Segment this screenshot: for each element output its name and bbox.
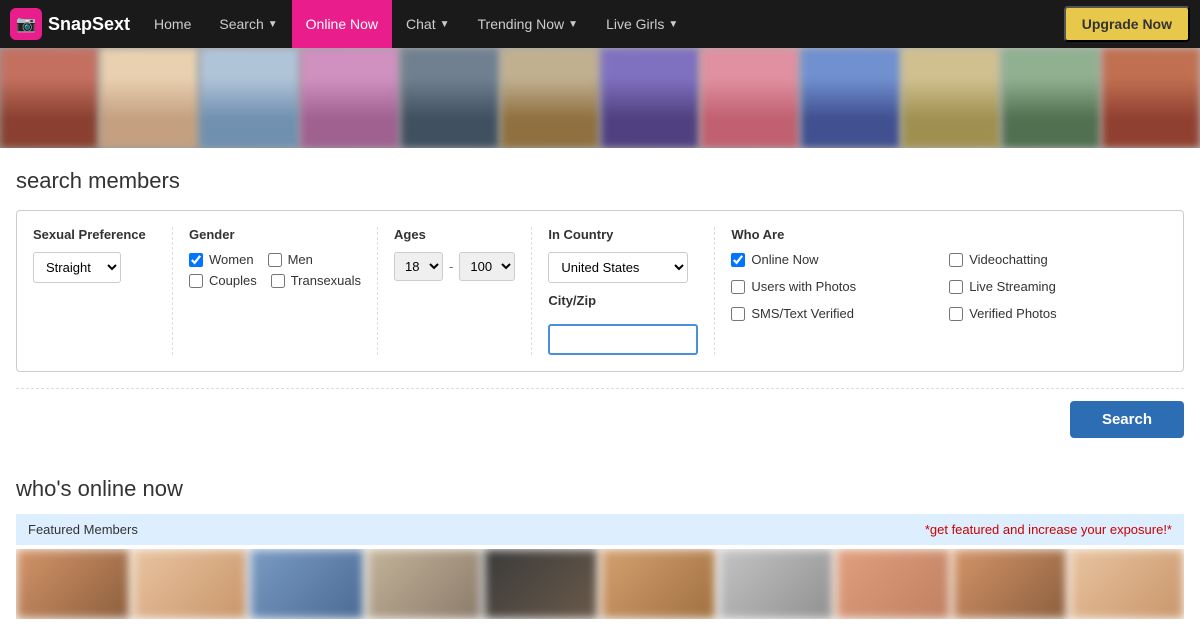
brand-name: SnapSext	[48, 14, 130, 35]
featured-promo: *get featured and increase your exposure…	[925, 522, 1172, 537]
ages-label: Ages	[394, 227, 515, 242]
member-thumb-10[interactable]	[1070, 549, 1184, 619]
who-videochat-checkbox[interactable]	[949, 253, 963, 267]
featured-bar: Featured Members *get featured and incre…	[16, 514, 1184, 545]
who-streaming-row: Live Streaming	[949, 279, 1151, 294]
who-sms-label: SMS/Text Verified	[751, 306, 854, 321]
strip-thumb-11	[1002, 48, 1100, 148]
ages-dash: -	[449, 259, 453, 274]
who-photos-label: Users with Photos	[751, 279, 856, 294]
who-verified-row: Verified Photos	[949, 306, 1151, 321]
nav-live-girls[interactable]: Live Girls ▼	[592, 0, 692, 48]
nav-trending[interactable]: Trending Now ▼	[464, 0, 593, 48]
ages-row: 18192025 303540 - 100253035 405060	[394, 252, 515, 281]
who-videochat-label: Videochatting	[969, 252, 1048, 267]
strip-thumb-5	[401, 48, 499, 148]
nav-home[interactable]: Home	[140, 0, 205, 48]
member-thumb-5[interactable]	[484, 549, 598, 619]
upgrade-button[interactable]: Upgrade Now	[1064, 6, 1190, 42]
city-zip-input[interactable]	[548, 324, 698, 355]
strip-thumb-8	[701, 48, 799, 148]
whos-online-section: who's online now Featured Members *get f…	[16, 456, 1184, 629]
gender-group: Gender Women Men Couples Transexuals	[173, 227, 378, 355]
header-photo-strip	[0, 48, 1200, 148]
who-are-options: Online Now Videochatting Users with Phot…	[731, 252, 1151, 327]
age-max-select[interactable]: 100253035 405060	[459, 252, 515, 281]
chevron-down-icon: ▼	[440, 19, 450, 30]
who-videochat-row: Videochatting	[949, 252, 1151, 267]
gender-women-checkbox[interactable]	[189, 253, 203, 267]
strip-thumb-3	[200, 48, 298, 148]
brand-logo[interactable]: 📷 SnapSext	[10, 8, 130, 40]
sexual-preference-select[interactable]: Straight Gay Bisexual	[33, 252, 121, 283]
age-min-select[interactable]: 18192025 303540	[394, 252, 443, 281]
who-sms-row: SMS/Text Verified	[731, 306, 933, 321]
gender-couples-checkbox[interactable]	[189, 274, 203, 288]
member-thumb-3[interactable]	[250, 549, 364, 619]
nav-online-now[interactable]: Online Now	[292, 0, 392, 48]
country-group: In Country United States Canada United K…	[532, 227, 715, 355]
gender-couples-label: Couples	[209, 273, 257, 288]
member-thumb-1[interactable]	[16, 549, 130, 619]
main-content: search members Sexual Preference Straigh…	[0, 148, 1200, 629]
who-are-group: Who Are Online Now Videochatting Users w…	[715, 227, 1167, 355]
who-streaming-checkbox[interactable]	[949, 280, 963, 294]
search-section: search members Sexual Preference Straigh…	[16, 148, 1184, 456]
who-online-checkbox[interactable]	[731, 253, 745, 267]
who-are-label: Who Are	[731, 227, 1151, 242]
member-thumb-2[interactable]	[133, 549, 247, 619]
gender-trans-label: Transexuals	[291, 273, 361, 288]
who-photos-row: Users with Photos	[731, 279, 933, 294]
who-streaming-label: Live Streaming	[969, 279, 1056, 294]
strip-thumb-2	[100, 48, 198, 148]
search-members-title: search members	[16, 168, 1184, 194]
chevron-down-icon: ▼	[668, 19, 678, 30]
whos-online-title: who's online now	[16, 476, 1184, 502]
navbar: 📷 SnapSext Home Search ▼ Online Now Chat…	[0, 0, 1200, 48]
strip-thumb-7	[601, 48, 699, 148]
who-verified-checkbox[interactable]	[949, 307, 963, 321]
gender-couples-row: Couples Transexuals	[189, 273, 361, 288]
strip-thumb-1	[0, 48, 98, 148]
nav-chat[interactable]: Chat ▼	[392, 0, 463, 48]
who-photos-checkbox[interactable]	[731, 280, 745, 294]
country-label: In Country	[548, 227, 698, 242]
member-thumb-4[interactable]	[367, 549, 481, 619]
sexual-preference-label: Sexual Preference	[33, 227, 156, 242]
chevron-down-icon: ▼	[568, 19, 578, 30]
gender-trans-checkbox[interactable]	[271, 274, 285, 288]
member-thumb-6[interactable]	[601, 549, 715, 619]
strip-thumb-9	[801, 48, 899, 148]
city-zip-label: City/Zip	[548, 293, 698, 308]
sexual-preference-group: Sexual Preference Straight Gay Bisexual	[33, 227, 173, 355]
nav-items: Home Search ▼ Online Now Chat ▼ Trending…	[140, 0, 1064, 48]
gender-women-label: Women	[209, 252, 254, 267]
strip-thumb-10	[902, 48, 1000, 148]
strip-thumb-6	[501, 48, 599, 148]
strip-thumb-4	[301, 48, 399, 148]
ages-group: Ages 18192025 303540 - 100253035 405060	[378, 227, 532, 355]
chevron-down-icon: ▼	[268, 19, 278, 30]
who-online-label: Online Now	[751, 252, 818, 267]
search-form: Sexual Preference Straight Gay Bisexual …	[16, 210, 1184, 372]
gender-men-checkbox[interactable]	[268, 253, 282, 267]
brand-icon: 📷	[10, 8, 42, 40]
member-thumb-7[interactable]	[719, 549, 833, 619]
strip-thumb-12	[1102, 48, 1200, 148]
nav-search[interactable]: Search ▼	[205, 0, 291, 48]
gender-women-row: Women Men	[189, 252, 361, 267]
who-verified-label: Verified Photos	[969, 306, 1056, 321]
member-thumb-8[interactable]	[836, 549, 950, 619]
who-online-row: Online Now	[731, 252, 933, 267]
member-thumb-9[interactable]	[953, 549, 1067, 619]
gender-men-label: Men	[288, 252, 313, 267]
who-sms-checkbox[interactable]	[731, 307, 745, 321]
search-actions: Search	[16, 388, 1184, 446]
member-thumbs-row	[16, 549, 1184, 619]
search-button[interactable]: Search	[1070, 401, 1184, 438]
featured-label: Featured Members	[28, 522, 138, 537]
country-select[interactable]: United States Canada United Kingdom Aust…	[548, 252, 688, 283]
gender-label: Gender	[189, 227, 361, 242]
